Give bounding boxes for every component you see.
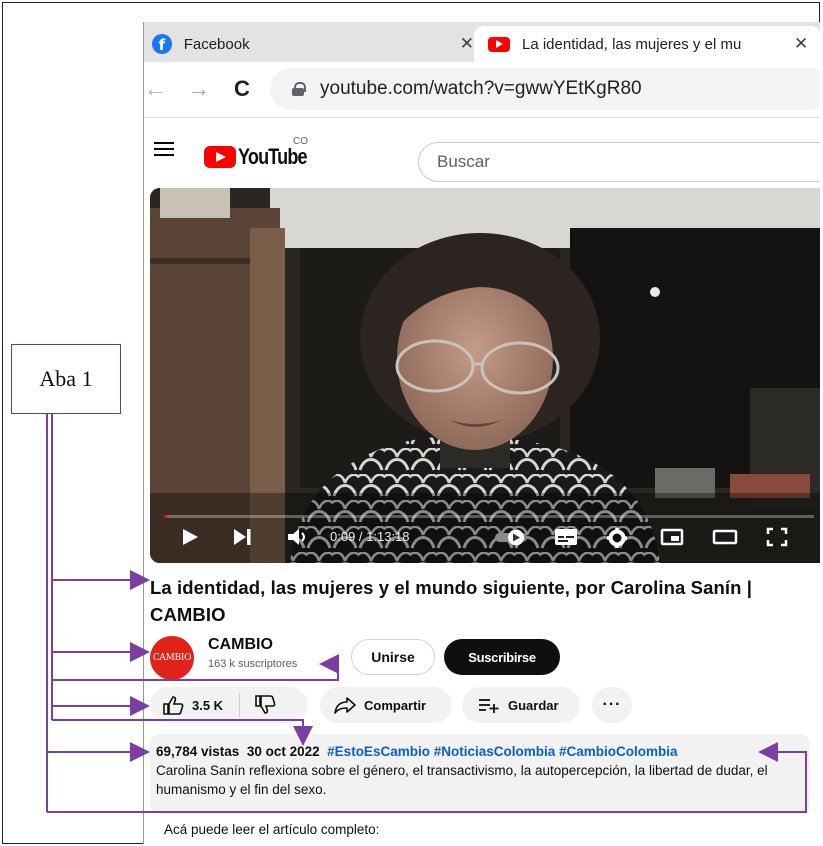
annotation-label: Aba 1 <box>11 344 121 414</box>
annotation-arrows <box>46 414 807 813</box>
